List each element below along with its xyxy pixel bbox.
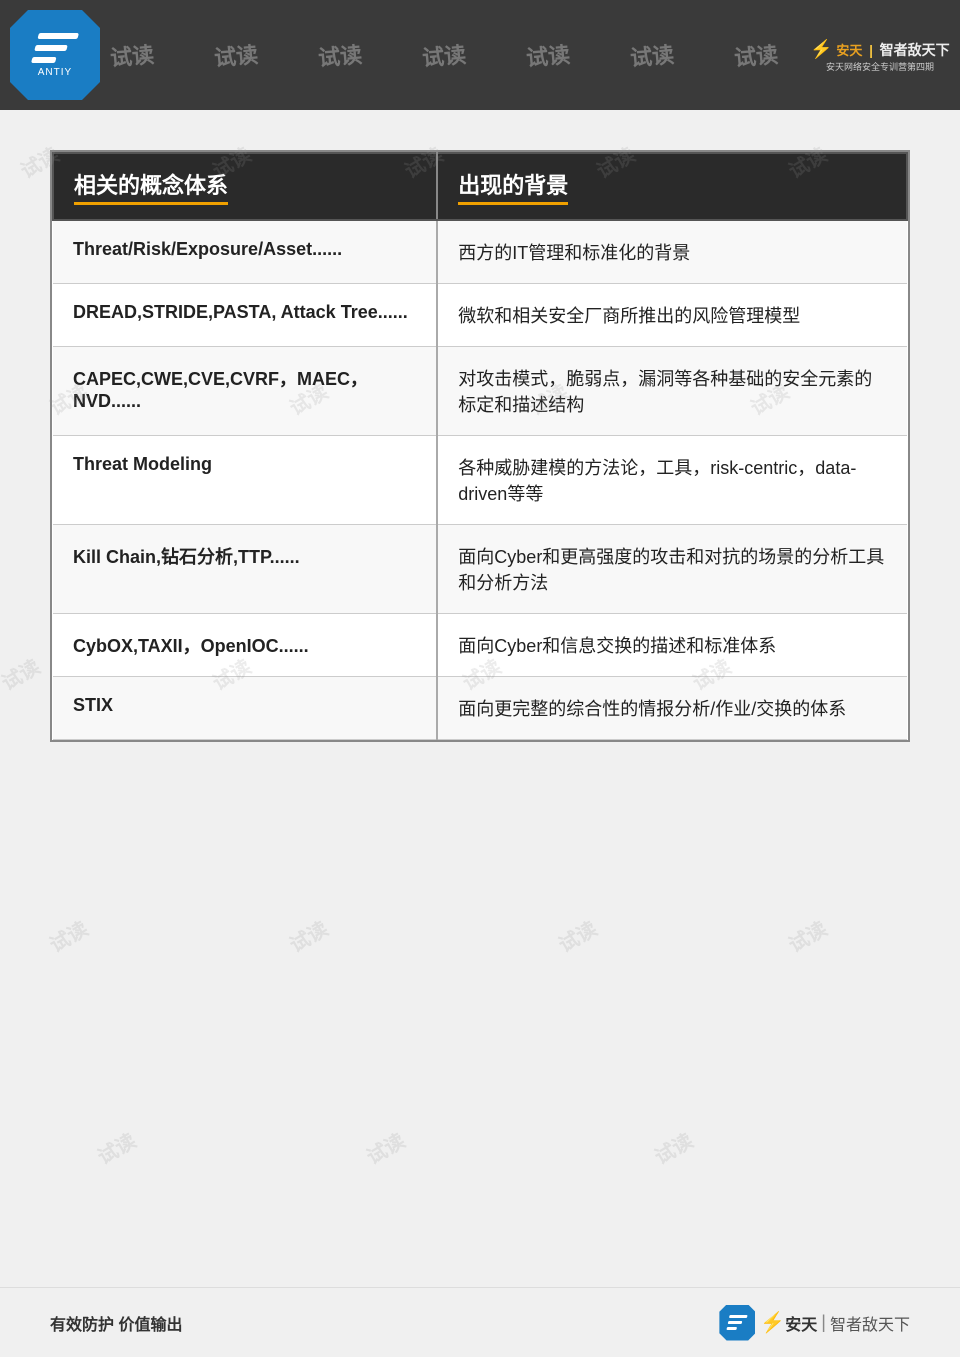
table-cell-col1-0: Threat/Risk/Exposure/Asset...... bbox=[53, 220, 437, 284]
header-wm-6: 试读 bbox=[629, 37, 676, 73]
table-row: CybOX,TAXII，OpenIOC......面向Cyber和信息交换的描述… bbox=[53, 614, 907, 677]
table-row: Kill Chain,钻石分析,TTP......面向Cyber和更高强度的攻击… bbox=[53, 525, 907, 614]
header-wm-1: 试读 bbox=[110, 37, 155, 73]
header: ANTIY 试读 试读 试读 试读 试读 试读 试读 ⚡ 安天 | 智者敌天下 … bbox=[0, 0, 960, 110]
table-wrapper: 相关的概念体系 出现的背景 Threat/Risk/Exposure/Asset… bbox=[50, 150, 910, 742]
table-cell-col1-6: STIX bbox=[53, 677, 437, 740]
header-watermarks: 试读 试读 试读 试读 试读 试读 试读 bbox=[110, 0, 800, 110]
pwm-17: 试读 bbox=[783, 912, 832, 957]
main-content: 相关的概念体系 出现的背景 Threat/Risk/Exposure/Asset… bbox=[0, 110, 960, 762]
header-wm-4: 试读 bbox=[421, 37, 468, 73]
concepts-table: 相关的概念体系 出现的背景 Threat/Risk/Exposure/Asset… bbox=[52, 152, 908, 740]
table-cell-col2-4: 面向Cyber和更高强度的攻击和对抗的场景的分析工具和分析方法 bbox=[437, 525, 907, 614]
footer-lightning: ⚡ bbox=[760, 1310, 785, 1335]
footer-antiy-icon bbox=[719, 1305, 755, 1341]
table-cell-col1-1: DREAD,STRIDE,PASTA, Attack Tree...... bbox=[53, 284, 437, 347]
header-wm-3: 试读 bbox=[317, 37, 364, 73]
table-cell-col2-6: 面向更完整的综合性的情报分析/作业/交换的体系 bbox=[437, 677, 907, 740]
logo-line-1 bbox=[37, 33, 79, 39]
logo-line-3 bbox=[31, 57, 57, 63]
table-cell-col1-2: CAPEC,CWE,CVE,CVRF，MAEC，NVD...... bbox=[53, 347, 437, 436]
footer-antiy: ⚡ 安天 | 智者敌天下 bbox=[719, 1305, 910, 1341]
table-cell-col2-2: 对攻击模式，脆弱点，漏洞等各种基础的安全元素的标定和描述结构 bbox=[437, 347, 907, 436]
pwm-16: 试读 bbox=[552, 912, 601, 957]
col1-header: 相关的概念体系 bbox=[53, 153, 437, 220]
header-wm-7: 试读 bbox=[733, 37, 780, 73]
table-header-row: 相关的概念体系 出现的背景 bbox=[53, 153, 907, 220]
pwm-14: 试读 bbox=[43, 912, 92, 957]
table-cell-col2-5: 面向Cyber和信息交换的描述和标准体系 bbox=[437, 614, 907, 677]
brand-box: ⚡ 安天 | 智者敌天下 安天网络安全专训营第四期 bbox=[810, 37, 949, 73]
table-cell-col2-3: 各种威胁建模的方法论，工具，risk-centric，data-driven等等 bbox=[437, 436, 907, 525]
table-row: Threat/Risk/Exposure/Asset......西方的IT管理和… bbox=[53, 220, 907, 284]
footer: 有效防护 价值输出 ⚡ 安天 | 智者敌天下 bbox=[0, 1287, 960, 1357]
table-row: STIX面向更完整的综合性的情报分析/作业/交换的体系 bbox=[53, 677, 907, 740]
footer-brand-slogan: 智者敌天下 bbox=[830, 1311, 910, 1335]
brand-subtitle: 安天网络安全专训营第四期 bbox=[826, 60, 934, 73]
table-cell-col1-3: Threat Modeling bbox=[53, 436, 437, 525]
logo-line-2 bbox=[34, 45, 68, 51]
footer-left-text: 有效防护 价值输出 bbox=[50, 1311, 182, 1335]
pwm-19: 试读 bbox=[360, 1124, 409, 1169]
col2-header-text: 出现的背景 bbox=[458, 168, 568, 205]
table-body: Threat/Risk/Exposure/Asset......西方的IT管理和… bbox=[53, 220, 907, 740]
table-row: DREAD,STRIDE,PASTA, Attack Tree......微软和… bbox=[53, 284, 907, 347]
header-wm-2: 试读 bbox=[213, 37, 260, 73]
header-wm-5: 试读 bbox=[525, 37, 572, 73]
footer-separator: | bbox=[821, 1312, 826, 1333]
table-cell-col1-5: CybOX,TAXII，OpenIOC...... bbox=[53, 614, 437, 677]
table-row: CAPEC,CWE,CVE,CVRF，MAEC，NVD......对攻击模式，脆… bbox=[53, 347, 907, 436]
pwm-20: 试读 bbox=[648, 1124, 697, 1169]
table-cell-col1-4: Kill Chain,钻石分析,TTP...... bbox=[53, 525, 437, 614]
antiy-logo: ANTIY bbox=[10, 10, 100, 100]
table-cell-col2-0: 西方的IT管理和标准化的背景 bbox=[437, 220, 907, 284]
logo-text: ANTIY bbox=[38, 67, 72, 78]
pwm-18: 试读 bbox=[91, 1124, 140, 1169]
logo-lines bbox=[31, 33, 79, 63]
table-row: Threat Modeling各种威胁建模的方法论，工具，risk-centri… bbox=[53, 436, 907, 525]
brand-name: ⚡ 安天 | 智者敌天下 bbox=[810, 39, 949, 60]
header-right-logo: ⚡ 安天 | 智者敌天下 安天网络安全专训营第四期 bbox=[810, 15, 950, 95]
footer-brand-text: 安天 bbox=[785, 1311, 817, 1335]
pwm-15: 试读 bbox=[283, 912, 332, 957]
col2-header: 出现的背景 bbox=[437, 153, 907, 220]
col1-header-text: 相关的概念体系 bbox=[74, 168, 228, 205]
table-cell-col2-1: 微软和相关安全厂商所推出的风险管理模型 bbox=[437, 284, 907, 347]
footer-right: ⚡ 安天 | 智者敌天下 bbox=[719, 1305, 910, 1341]
